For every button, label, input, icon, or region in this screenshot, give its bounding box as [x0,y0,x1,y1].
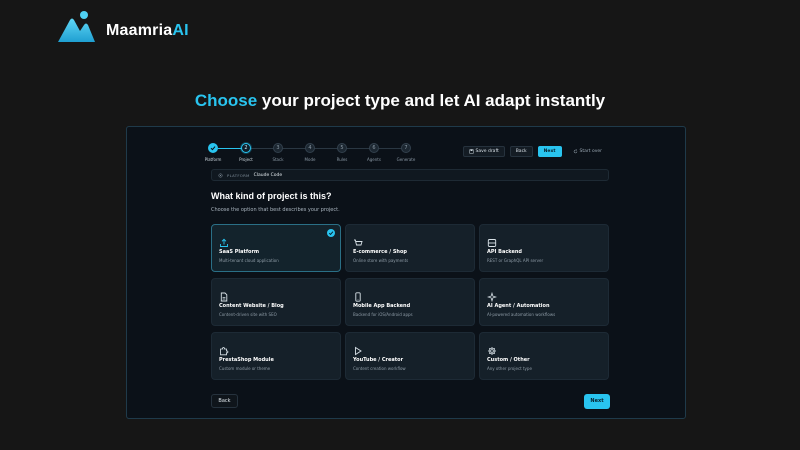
top-next-button[interactable]: Next [537,146,562,157]
top-actions: Save draft Back Next Start over [462,146,609,157]
start-over-label: Start over [579,149,602,154]
option-description: Custom module or theme [219,366,271,371]
puzzle-icon [219,341,229,356]
step-generate[interactable]: 7 Generate [386,143,426,162]
option-description: Content-driven site with SEO [219,312,277,317]
option-youtube-creator[interactable]: YouTube / Creator Content creation workf… [345,332,475,380]
top-back-button[interactable]: Back [509,146,533,157]
wizard-window: Platform 2 Project 3 Stack 4 Mode 5 Rule… [126,126,686,419]
option-description: Online store with payments [353,258,409,263]
platform-indicator: PLATFORM Claude Code [211,169,609,181]
option-description: Multi-tenant cloud application [219,258,279,263]
option-title: Content Website / Blog [219,303,284,309]
option-title: E-commerce / Shop [353,249,408,255]
option-title: Custom / Other [487,357,530,363]
brand: MaamriaAI [56,10,189,44]
gear-icon [487,341,497,355]
brand-name-main: Maamria [106,22,173,39]
question-title: What kind of project is this? [211,191,332,201]
option-prestashop-module[interactable]: PrestaShop Module Custom module or theme [211,332,341,380]
option-description: Any other project type [487,366,532,371]
save-draft-button[interactable]: Save draft [462,146,505,157]
option-title: AI Agent / Automation [487,303,550,309]
step-number: 7 [401,143,411,153]
cart-icon [353,233,363,246]
option-mobile-app-backend[interactable]: Mobile App Backend Backend for iOS/Andro… [345,278,475,326]
step-number: 4 [305,143,315,153]
option-title: YouTube / Creator [353,357,404,363]
option-saas-platform[interactable]: SaaS Platform Multi-tenant cloud applica… [211,224,341,272]
option-description: AI-powered automation workflows [487,312,556,317]
option-description: Backend for iOS/Android apps [353,312,413,317]
brand-name-accent: AI [172,22,189,39]
refresh-icon [573,149,577,154]
start-over-button[interactable]: Start over [567,146,608,157]
option-description: Content creation workflow [353,366,406,371]
selected-check-icon [327,229,335,237]
phone-icon [353,287,363,302]
option-title: PrestaShop Module [219,357,274,363]
question-subtitle: Choose the option that best describes yo… [211,207,340,213]
option-title: Mobile App Backend [353,303,411,309]
check-icon [208,143,218,153]
step-number: 3 [273,143,283,153]
option-title: API Backend [487,249,523,255]
step-label: Generate [396,157,416,162]
headline: Choose your project type and let AI adap… [0,91,800,111]
sparkle-icon [486,287,498,303]
next-button[interactable]: Next [584,394,610,409]
play-icon [353,341,363,356]
headline-accent: Choose [194,91,258,110]
option-description: REST or GraphQL API server [487,258,544,263]
option-api-backend[interactable]: API Backend REST or GraphQL API server [479,224,609,272]
logo-icon [58,11,95,42]
platform-key: PLATFORM [227,172,250,178]
server-icon [487,233,497,247]
upload-icon [219,233,229,247]
platform-icon [218,173,223,177]
step-number: 2 [241,143,251,153]
save-icon [468,149,474,154]
platform-value: Claude Code [253,172,283,178]
brand-name: MaamriaAI [106,22,189,40]
headline-rest: your project type and let AI adapt insta… [257,91,606,110]
project-type-grid: SaaS Platform Multi-tenant cloud applica… [211,224,609,380]
option-custom-other[interactable]: Custom / Other Any other project type [479,332,609,380]
step-number: 5 [337,143,347,153]
option-title: SaaS Platform [219,249,260,255]
option-ecommerce-shop[interactable]: E-commerce / Shop Online store with paym… [345,224,475,272]
step-number: 6 [369,143,379,153]
back-button[interactable]: Back [211,394,238,408]
document-icon [219,287,229,302]
option-ai-agent-automation[interactable]: AI Agent / Automation AI-powered automat… [479,278,609,326]
option-content-website-blog[interactable]: Content Website / Blog Content-driven si… [211,278,341,326]
save-draft-label: Save draft [475,149,499,154]
